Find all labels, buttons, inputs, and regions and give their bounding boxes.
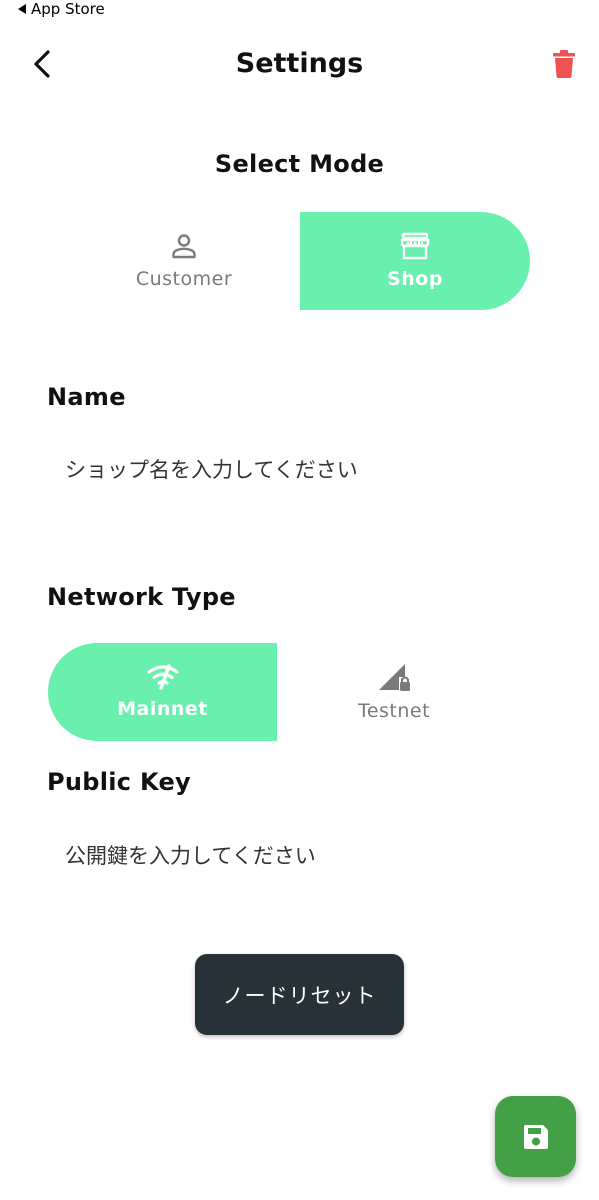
back-triangle-icon xyxy=(18,4,26,14)
chevron-left-icon xyxy=(34,50,50,78)
public-key-input[interactable] xyxy=(65,838,545,874)
back-button[interactable] xyxy=(22,44,62,84)
status-back-to-app[interactable]: App Store xyxy=(18,0,105,18)
network-testnet-toggle[interactable]: Testnet xyxy=(277,643,511,741)
network-check-icon xyxy=(146,664,179,690)
name-label: Name xyxy=(47,383,126,411)
store-icon xyxy=(400,232,430,260)
page-title: Settings xyxy=(235,48,364,79)
node-reset-button[interactable]: ノードリセット xyxy=(195,954,404,1035)
app-bar: Settings xyxy=(0,28,599,100)
select-mode-title: Select Mode xyxy=(214,150,385,178)
public-key-label: Public Key xyxy=(47,768,191,796)
mode-shop-label: Shop xyxy=(387,268,443,290)
status-back-label: App Store xyxy=(31,0,105,18)
signal-locked-icon xyxy=(379,664,410,691)
shop-name-input[interactable] xyxy=(65,452,545,488)
trash-icon xyxy=(553,50,575,78)
mode-customer-toggle[interactable]: Customer xyxy=(68,212,300,310)
delete-button[interactable] xyxy=(544,44,584,84)
save-fab-button[interactable] xyxy=(495,1096,576,1177)
network-type-label: Network Type xyxy=(47,583,236,611)
mode-shop-toggle[interactable]: Shop xyxy=(300,212,530,310)
network-testnet-label: Testnet xyxy=(357,700,431,722)
person-icon xyxy=(172,234,196,259)
mode-customer-label: Customer xyxy=(135,268,233,290)
network-mainnet-label: Mainnet xyxy=(117,698,208,720)
save-icon xyxy=(523,1124,548,1149)
network-mainnet-toggle[interactable]: Mainnet xyxy=(48,643,277,741)
